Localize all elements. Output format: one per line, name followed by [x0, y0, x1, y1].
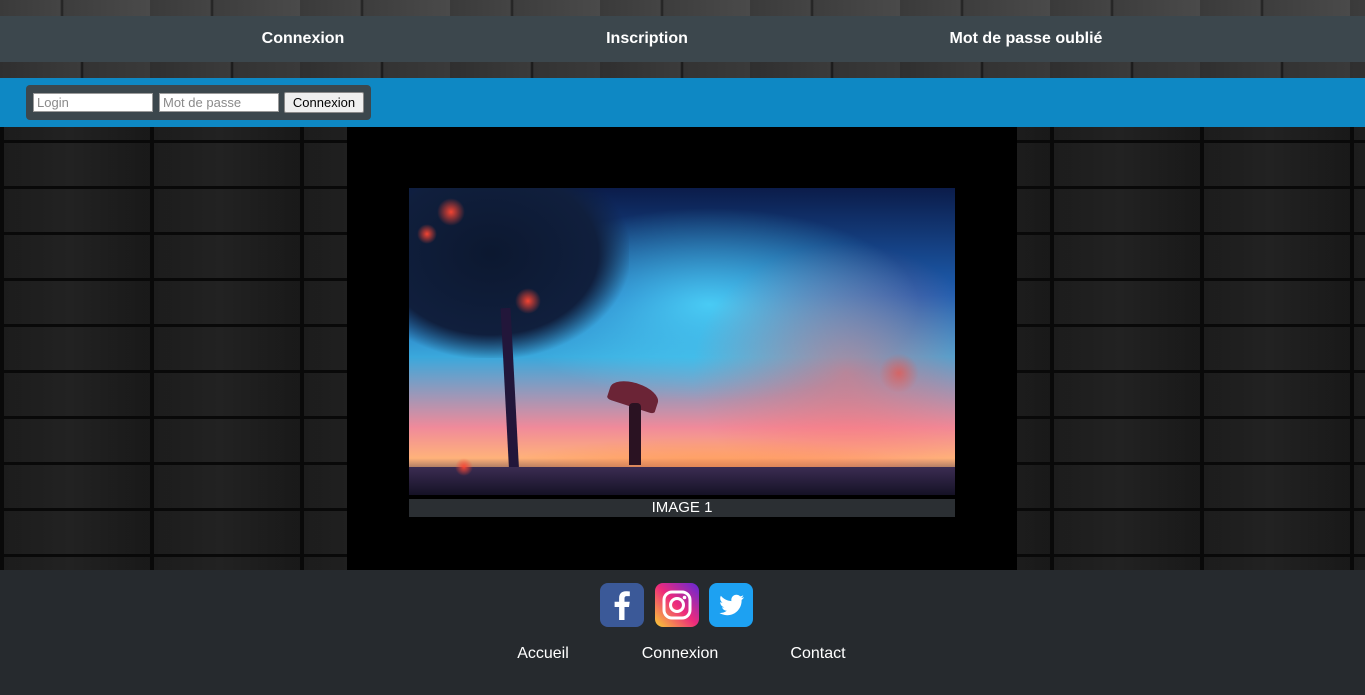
login-input[interactable] [33, 93, 153, 112]
password-input[interactable] [159, 93, 279, 112]
light-orb [417, 224, 437, 244]
twitter-icon[interactable] [709, 583, 753, 627]
light-orb [455, 458, 473, 476]
nav-link-connexion[interactable]: Connexion [262, 16, 345, 62]
login-form: Connexion [26, 85, 371, 120]
light-orb [437, 198, 465, 226]
login-submit-button[interactable]: Connexion [284, 92, 364, 113]
facebook-icon[interactable] [600, 583, 644, 627]
main-content: IMAGE 1 [347, 127, 1017, 570]
top-navigation: Connexion Inscription Mot de passe oubli… [0, 16, 1365, 62]
nav-link-forgot-password[interactable]: Mot de passe oublié [950, 16, 1103, 62]
person-silhouette [629, 403, 641, 465]
nav-link-inscription[interactable]: Inscription [606, 16, 688, 62]
brick-wall-background [0, 0, 1365, 16]
slider-image [409, 188, 955, 495]
instagram-icon[interactable] [655, 583, 699, 627]
footer-link-connexion[interactable]: Connexion [642, 645, 719, 663]
footer-link-accueil[interactable]: Accueil [517, 645, 569, 663]
light-orb [879, 353, 919, 393]
footer: Accueil Connexion Contact [0, 570, 1365, 695]
footer-link-contact[interactable]: Contact [790, 645, 845, 663]
ground [409, 467, 955, 495]
login-bar: Connexion [0, 78, 1365, 127]
brick-wall-strip [0, 62, 1365, 78]
slider-caption: IMAGE 1 [409, 499, 955, 517]
light-orb [515, 288, 541, 314]
